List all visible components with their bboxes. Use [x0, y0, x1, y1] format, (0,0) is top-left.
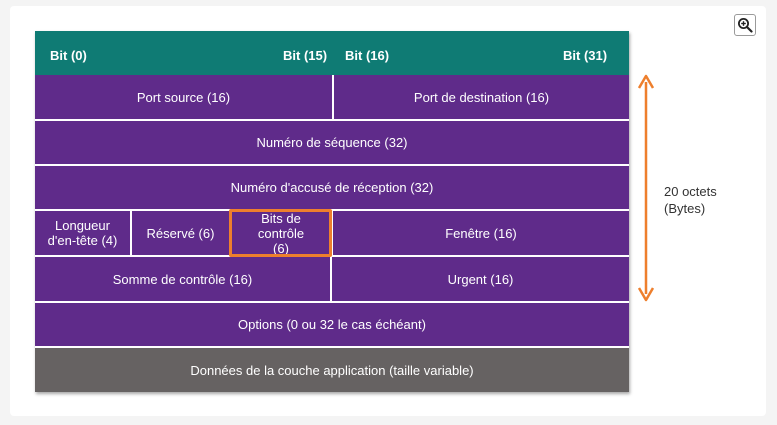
field-header-length: Longueur d'en-tête (4): [35, 211, 130, 255]
tcp-segment-diagram: Bit (0) Bit (15) Bit (16) Bit (31) Port …: [35, 31, 629, 392]
field-port-destination: Port de destination (16): [334, 75, 629, 119]
zoom-button[interactable]: [734, 14, 756, 36]
field-urgent: Urgent (16): [332, 257, 629, 301]
bit-15-label: Bit (15): [283, 48, 328, 63]
field-ack-number: Numéro d'accusé de réception (32): [35, 166, 629, 209]
field-window: Fenêtre (16): [333, 211, 629, 255]
field-options: Options (0 ou 32 le cas échéant): [35, 303, 629, 346]
field-port-source: Port source (16): [35, 75, 332, 119]
bit-header-row: [35, 31, 629, 75]
bit-31-label: Bit (31): [563, 48, 608, 63]
size-label: 20 octets (Bytes): [664, 184, 717, 216]
field-app-data: Données de la couche application (taille…: [35, 348, 629, 392]
field-sequence-number: Numéro de séquence (32): [35, 121, 629, 164]
bit-0-label: Bit (0): [50, 48, 87, 63]
zoom-in-icon: [738, 18, 753, 33]
field-checksum: Somme de contrôle (16): [35, 257, 330, 301]
bit-16-label: Bit (16): [345, 48, 390, 63]
control-bits-highlight: [229, 209, 332, 257]
double-arrow-icon: [637, 74, 655, 302]
field-reserved: Réservé (6): [132, 211, 229, 255]
